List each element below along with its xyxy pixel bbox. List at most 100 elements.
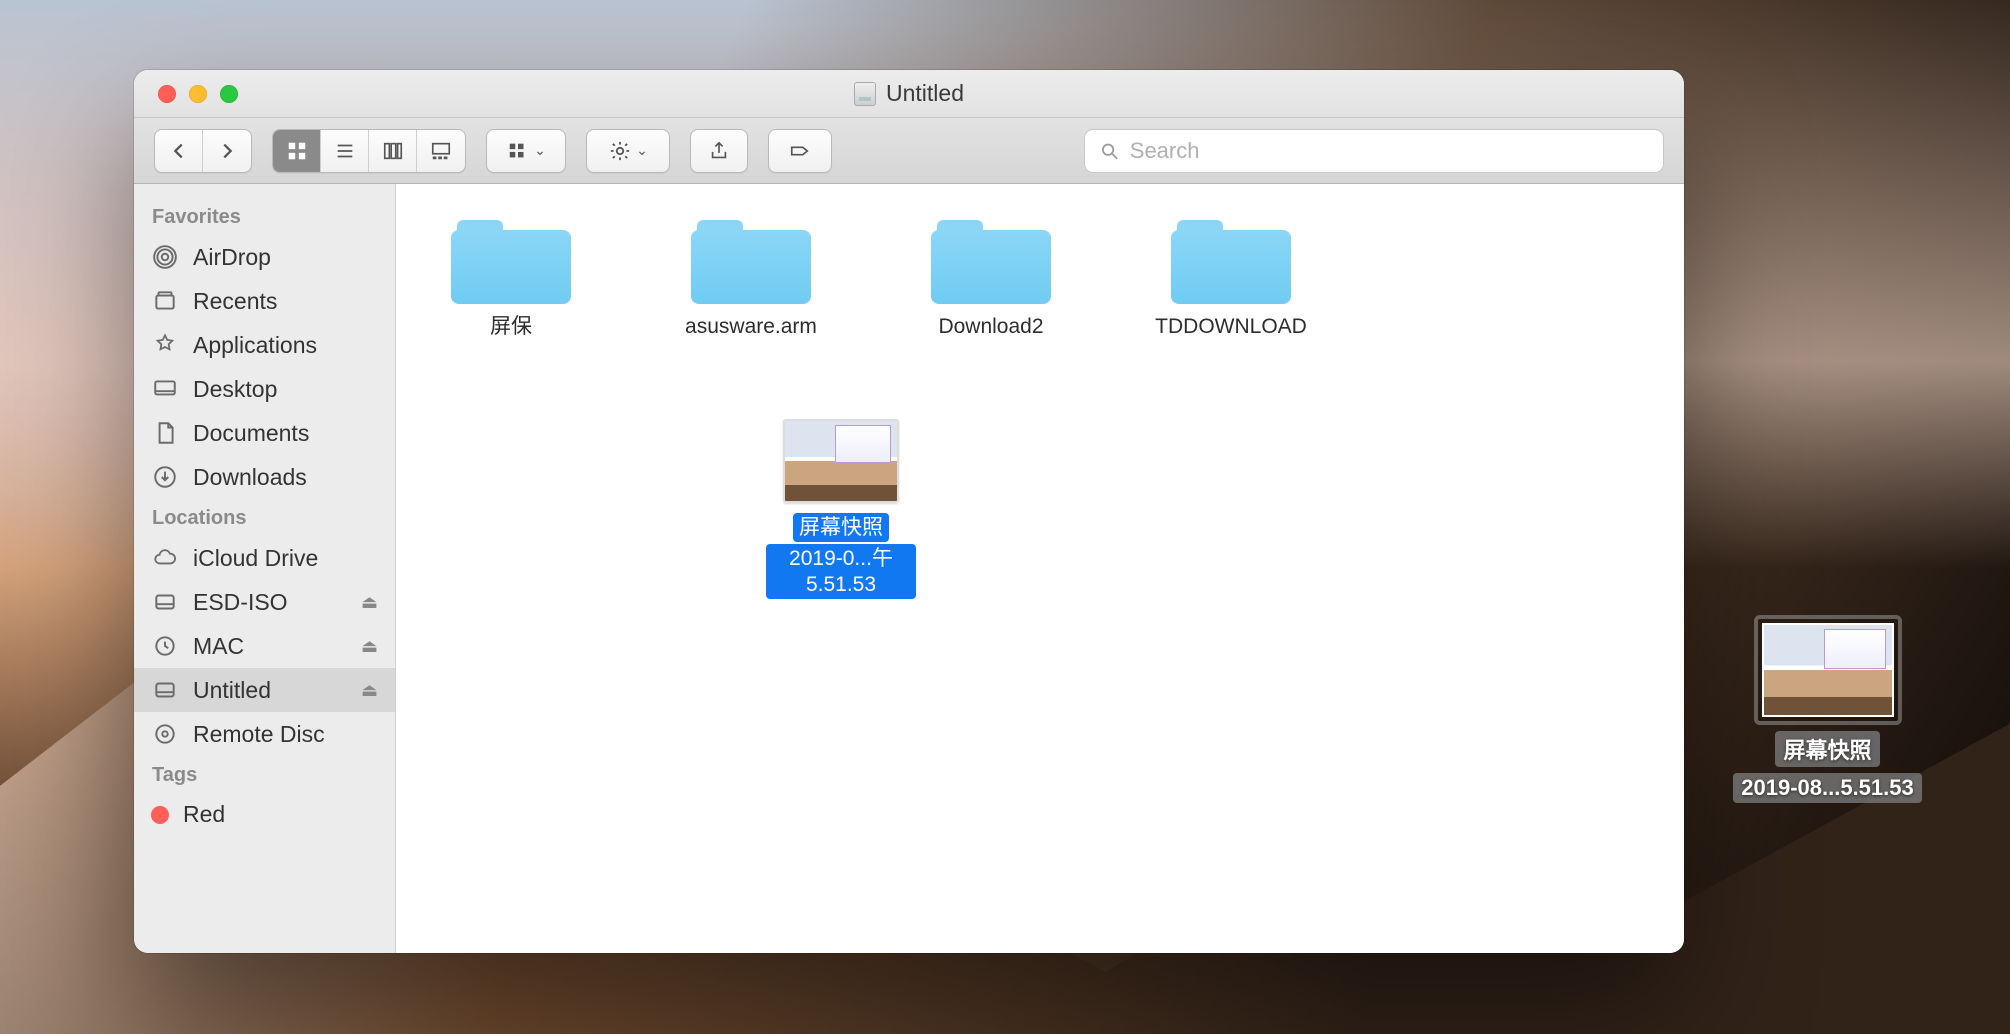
sidebar: Favorites AirDrop Recents Applications (134, 184, 396, 953)
tag-dot-icon (151, 806, 169, 824)
gallery-icon (429, 140, 453, 162)
sidebar-item-documents[interactable]: Documents (134, 411, 395, 455)
sidebar-item-icloud[interactable]: iCloud Drive (134, 536, 395, 580)
folder-label: TDDOWNLOAD (1155, 314, 1307, 339)
minimize-button[interactable] (189, 85, 207, 103)
file-label-line2: 2019-0...午5.51.53 (766, 544, 916, 598)
group-by-button[interactable]: ⌄ (487, 130, 565, 172)
tags-button[interactable] (769, 130, 831, 172)
share-button[interactable] (691, 130, 747, 172)
sidebar-item-label: Untitled (193, 677, 271, 704)
sidebar-header-tags: Tags (134, 756, 395, 793)
desktop-icon (151, 375, 179, 403)
desktop-file-label-line2: 2019-08...5.51.53 (1733, 773, 1921, 803)
icon-grid: 屏保 asusware.arm Download2 TDDOWNLOAD (396, 184, 1684, 599)
forward-button[interactable] (203, 130, 251, 172)
folder-item[interactable]: TDDOWNLOAD (1156, 214, 1306, 339)
folder-label: Download2 (938, 314, 1043, 339)
screenshot-thumb-icon (1762, 623, 1894, 717)
recents-icon (151, 287, 179, 315)
eject-icon[interactable]: ⏏ (361, 680, 378, 701)
timemachine-icon (151, 632, 179, 660)
sidebar-item-label: AirDrop (193, 244, 271, 271)
sidebar-item-applications[interactable]: Applications (134, 323, 395, 367)
chevron-down-icon: ⌄ (534, 142, 546, 159)
annotation-arrow (1224, 604, 1684, 884)
chevron-right-icon (215, 140, 239, 162)
sidebar-item-downloads[interactable]: Downloads (134, 455, 395, 499)
tag-icon (788, 140, 812, 162)
search-input[interactable] (1130, 138, 1649, 164)
sidebar-item-tag-red[interactable]: Red (134, 793, 395, 836)
titlebar[interactable]: Untitled (134, 70, 1684, 118)
finder-body: Favorites AirDrop Recents Applications (134, 184, 1684, 953)
optical-icon (151, 720, 179, 748)
folder-item[interactable]: asusware.arm (676, 214, 826, 339)
sidebar-item-label: iCloud Drive (193, 545, 318, 572)
arrange-icon (506, 140, 530, 162)
zoom-button[interactable] (220, 85, 238, 103)
eject-icon[interactable]: ⏏ (361, 592, 378, 613)
documents-icon (151, 419, 179, 447)
applications-icon (151, 331, 179, 359)
list-view-button[interactable] (321, 130, 369, 172)
drive-icon (854, 82, 876, 106)
window-controls (134, 70, 262, 117)
window-title-text: Untitled (886, 80, 964, 107)
folder-icon (931, 214, 1051, 304)
list-icon (333, 140, 357, 162)
sidebar-item-label: MAC (193, 633, 244, 660)
sidebar-item-label: Applications (193, 332, 317, 359)
share-button-wrap (690, 129, 748, 173)
back-button[interactable] (155, 130, 203, 172)
search-field[interactable] (1084, 129, 1664, 173)
grid-icon (285, 140, 309, 162)
sidebar-item-label: Documents (193, 420, 309, 447)
folder-label: asusware.arm (685, 314, 817, 339)
sidebar-item-label: Downloads (193, 464, 307, 491)
sidebar-item-airdrop[interactable]: AirDrop (134, 235, 395, 279)
nav-buttons (154, 129, 252, 173)
columns-icon (381, 140, 405, 162)
sidebar-item-label: Red (183, 801, 225, 828)
folder-item[interactable]: 屏保 (436, 214, 586, 339)
folder-icon (451, 214, 571, 304)
toolbar: ⌄ ⌄ (134, 118, 1684, 184)
icon-view-button[interactable] (273, 130, 321, 172)
file-item-selected[interactable]: 屏幕快照 2019-0...午5.51.53 (766, 419, 916, 599)
gallery-view-button[interactable] (417, 130, 465, 172)
close-button[interactable] (158, 85, 176, 103)
folder-item[interactable]: Download2 (916, 214, 1066, 339)
finder-window: Untitled (134, 70, 1684, 953)
icloud-icon (151, 544, 179, 572)
desktop-file-label-line1: 屏幕快照 (1775, 731, 1879, 767)
content-area[interactable]: 屏保 asusware.arm Download2 TDDOWNLOAD (396, 184, 1684, 953)
folder-icon (691, 214, 811, 304)
sidebar-item-desktop[interactable]: Desktop (134, 367, 395, 411)
tags-button-wrap (768, 129, 832, 173)
sidebar-header-favorites: Favorites (134, 198, 395, 235)
disk-icon (151, 588, 179, 616)
sidebar-item-label: Recents (193, 288, 277, 315)
sidebar-item-untitled[interactable]: Untitled ⏏ (134, 668, 395, 712)
sidebar-item-mac[interactable]: MAC ⏏ (134, 624, 395, 668)
sidebar-item-recents[interactable]: Recents (134, 279, 395, 323)
sidebar-item-esd-iso[interactable]: ESD-ISO ⏏ (134, 580, 395, 624)
action-button[interactable]: ⌄ (587, 130, 669, 172)
share-icon (707, 140, 731, 162)
group-by-button-wrap: ⌄ (486, 129, 566, 173)
sidebar-item-label: ESD-ISO (193, 589, 288, 616)
airdrop-icon (151, 243, 179, 271)
action-button-wrap: ⌄ (586, 129, 670, 173)
sidebar-item-remote-disc[interactable]: Remote Disc (134, 712, 395, 756)
column-view-button[interactable] (369, 130, 417, 172)
desktop-thumb-frame (1754, 615, 1902, 725)
screenshot-thumb-icon (783, 419, 899, 503)
gear-icon (608, 140, 632, 162)
chevron-down-icon: ⌄ (636, 142, 648, 159)
eject-icon[interactable]: ⏏ (361, 636, 378, 657)
desktop-file-item[interactable]: 屏幕快照 2019-08...5.51.53 (1720, 615, 1935, 803)
folder-icon (1171, 214, 1291, 304)
file-label-line1: 屏幕快照 (793, 513, 889, 542)
window-title: Untitled (134, 70, 1684, 117)
